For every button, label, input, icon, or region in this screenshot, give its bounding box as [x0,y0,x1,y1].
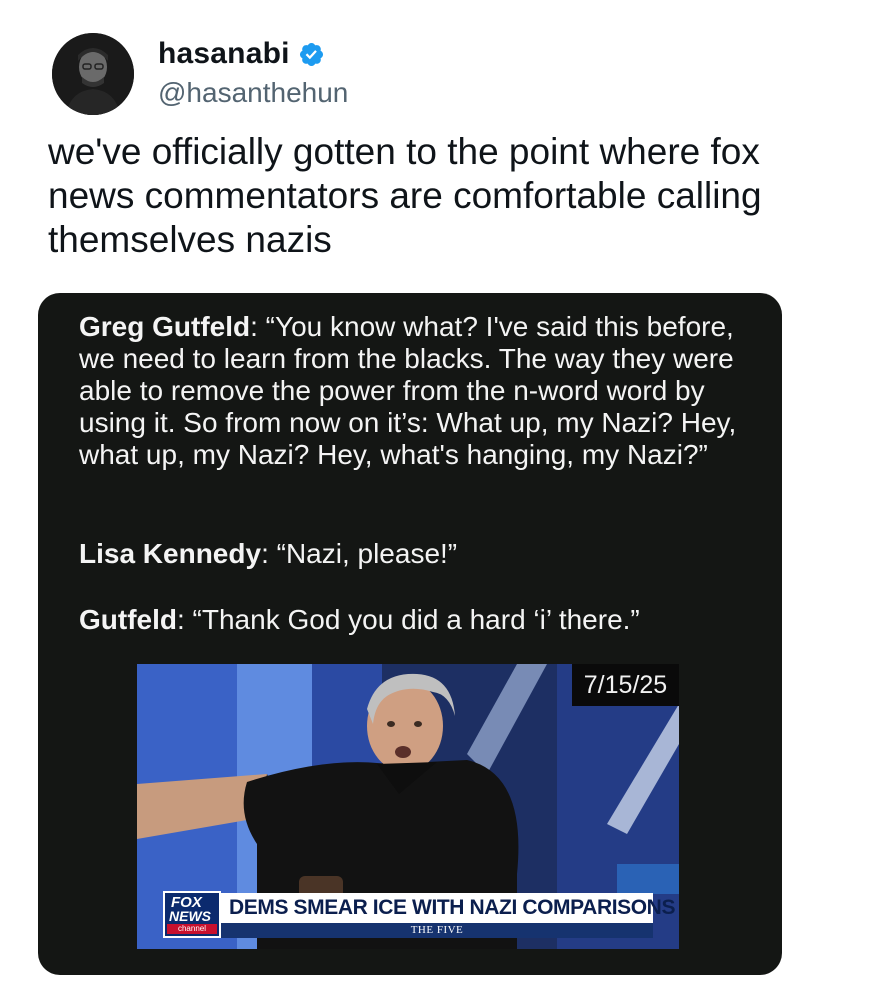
quote-text: : “Nazi, please!” [261,538,458,569]
tweet-media-image[interactable]: Greg Gutfeld: “You know what? I've said … [38,293,782,975]
verified-badge-icon [299,42,323,66]
video-date-stamp: 7/15/25 [572,664,679,706]
chyron-headline: DEMS SMEAR ICE WITH NAZI COMPARISONS [221,893,675,923]
author-display-name[interactable]: hasanabi [158,37,290,71]
quote-line: Greg Gutfeld: “You know what? I've said … [79,311,769,471]
tweet-header: hasanabi @hasanthehun [52,33,652,115]
tweet-text: we've officially gotten to the point whe… [48,131,762,260]
author-avatar[interactable] [52,33,134,115]
author-handle[interactable]: @hasanthehun [158,77,348,109]
quote-line: Gutfeld: “Thank God you did a hard ‘i’ t… [79,604,769,636]
quote-line: Lisa Kennedy: “Nazi, please!” [79,538,769,570]
avatar-photo-icon [52,33,134,115]
quote-text: : “Thank God you did a hard ‘i’ there.” [177,604,640,635]
quote-speaker: Gutfeld [79,604,177,635]
fox-news-logo-icon: FOX NEWS channel [163,891,221,938]
quote-speaker: Greg Gutfeld [79,311,251,342]
chyron: FOX NEWS channel DEMS SMEAR ICE WITH NAZ… [163,891,675,938]
chyron-show-name: THE FIVE [221,923,653,938]
quote-speaker: Lisa Kennedy [79,538,262,569]
video-still: 7/15/25 FOX NEWS channel DEMS SMEAR ICE … [137,664,679,949]
